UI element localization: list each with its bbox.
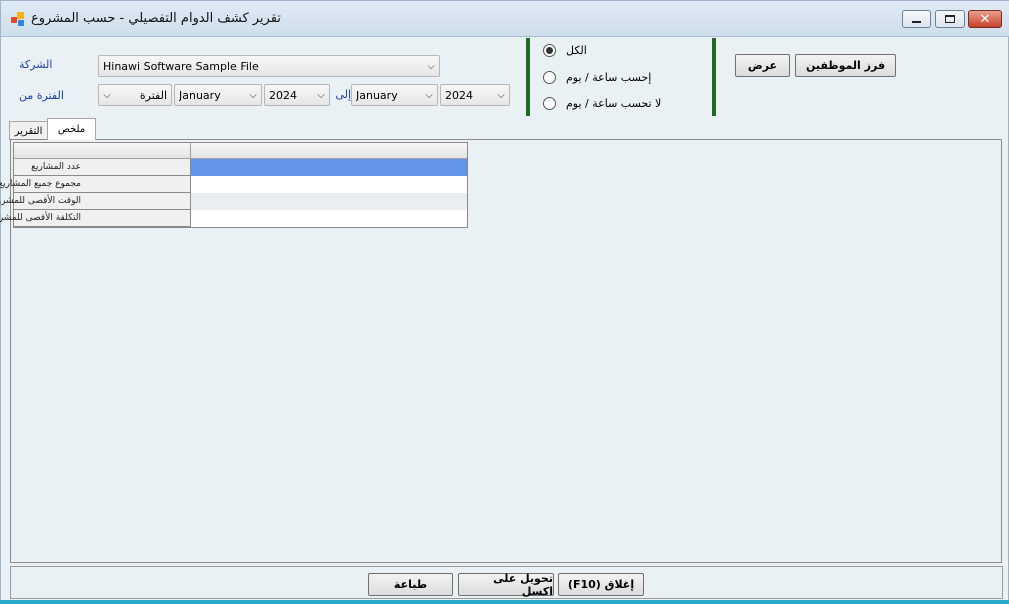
- bottom-accent-line: [0, 600, 1009, 604]
- from-month-value: January: [179, 88, 221, 102]
- radio-calc-hour-day[interactable]: إحسب ساعة / يوم: [543, 71, 651, 84]
- table-row[interactable]: مجموع جميع المشاريع: [0, 176, 467, 193]
- summary-grid: عدد المشاريع مجموع جميع المشاريع الوقت ا…: [0, 142, 468, 228]
- chevron-down-icon: ⌵: [427, 60, 435, 72]
- footer-bar: طباعة تحويل على اكسل إغلاق (F10): [10, 566, 1003, 599]
- row-header: التكلفة الأقصى للمشروع: [0, 210, 191, 227]
- sort-employees-button[interactable]: فرز الموظفين: [795, 54, 896, 77]
- title-bar: تقرير كشف الدوام التفصيلي - حسب المشروع …: [1, 1, 1009, 37]
- close-button[interactable]: إغلاق (F10): [558, 573, 644, 596]
- radio-circle: [543, 44, 556, 57]
- to-month-value: January: [356, 88, 398, 102]
- print-button[interactable]: طباعة: [368, 573, 453, 596]
- chevron-down-icon: ⌵: [249, 89, 257, 101]
- report-window: تقرير كشف الدوام التفصيلي - حسب المشروع …: [0, 0, 1009, 604]
- minimize-button[interactable]: [902, 10, 931, 28]
- separator-left: [526, 38, 530, 116]
- grid-cell[interactable]: [191, 159, 467, 176]
- to-year-value: 2024: [445, 88, 473, 102]
- filter-panel: الشركة Hinawi Software Sample File ⌵ الف…: [7, 38, 1004, 118]
- period-from-label: الفترة من: [19, 89, 64, 102]
- separator-right: [712, 38, 716, 116]
- to-label: إلى: [335, 88, 351, 101]
- grid-header: [14, 143, 467, 159]
- grid-cell[interactable]: [191, 210, 467, 227]
- window-title: تقرير كشف الدوام التفصيلي - حسب المشروع: [31, 11, 281, 26]
- row-header: الوقت الأقصى للمشروع: [0, 193, 191, 210]
- chevron-down-icon: ⌵: [317, 89, 325, 101]
- show-button[interactable]: عرض: [735, 54, 790, 77]
- period-type-select[interactable]: الفترة ⌵: [98, 84, 172, 106]
- tab-summary[interactable]: ملخص: [47, 118, 96, 140]
- close-window-button[interactable]: ✕: [968, 10, 1002, 28]
- minimize-icon: [912, 21, 921, 23]
- period-type-value: الفترة: [139, 88, 167, 102]
- to-month-select[interactable]: January ⌵: [351, 84, 438, 106]
- grid-header-corner: [14, 143, 191, 158]
- chevron-down-icon: ⌵: [103, 89, 111, 101]
- company-label: الشركة: [19, 58, 53, 71]
- chevron-down-icon: ⌵: [425, 89, 433, 101]
- radio-all-label: الكل: [566, 44, 587, 57]
- company-select[interactable]: Hinawi Software Sample File ⌵: [98, 55, 440, 77]
- grid-cell[interactable]: [191, 193, 467, 210]
- grid-cell[interactable]: [191, 176, 467, 193]
- table-row[interactable]: عدد المشاريع: [14, 159, 467, 176]
- from-month-select[interactable]: January ⌵: [174, 84, 262, 106]
- row-header: عدد المشاريع: [14, 159, 191, 176]
- to-year-select[interactable]: 2024 ⌵: [440, 84, 510, 106]
- tab-report[interactable]: التقرير: [9, 121, 48, 140]
- radio-calc-label: إحسب ساعة / يوم: [566, 71, 652, 84]
- radio-circle: [543, 97, 556, 110]
- export-excel-button[interactable]: تحويل على اكسل: [458, 572, 554, 598]
- maximize-icon: [945, 15, 955, 23]
- close-icon: ✕: [979, 11, 991, 27]
- row-header: مجموع جميع المشاريع: [0, 176, 191, 193]
- table-row[interactable]: التكلفة الأقصى للمشروع: [0, 210, 467, 227]
- radio-circle: [543, 71, 556, 84]
- tab-content-summary: عدد المشاريع مجموع جميع المشاريع الوقت ا…: [0, 139, 1002, 563]
- company-value: Hinawi Software Sample File: [103, 59, 259, 73]
- radio-no-calc-hour-day[interactable]: لا تحسب ساعة / يوم: [543, 97, 661, 110]
- from-year-select[interactable]: 2024 ⌵: [264, 84, 330, 106]
- maximize-button[interactable]: [935, 10, 965, 28]
- from-year-value: 2024: [269, 88, 297, 102]
- radio-dot: [546, 47, 553, 54]
- chevron-down-icon: ⌵: [497, 89, 505, 101]
- table-row[interactable]: الوقت الأقصى للمشروع: [0, 193, 467, 210]
- radio-all[interactable]: الكل: [543, 44, 587, 57]
- radio-no-calc-label: لا تحسب ساعة / يوم: [566, 97, 662, 110]
- app-icon: [11, 12, 24, 26]
